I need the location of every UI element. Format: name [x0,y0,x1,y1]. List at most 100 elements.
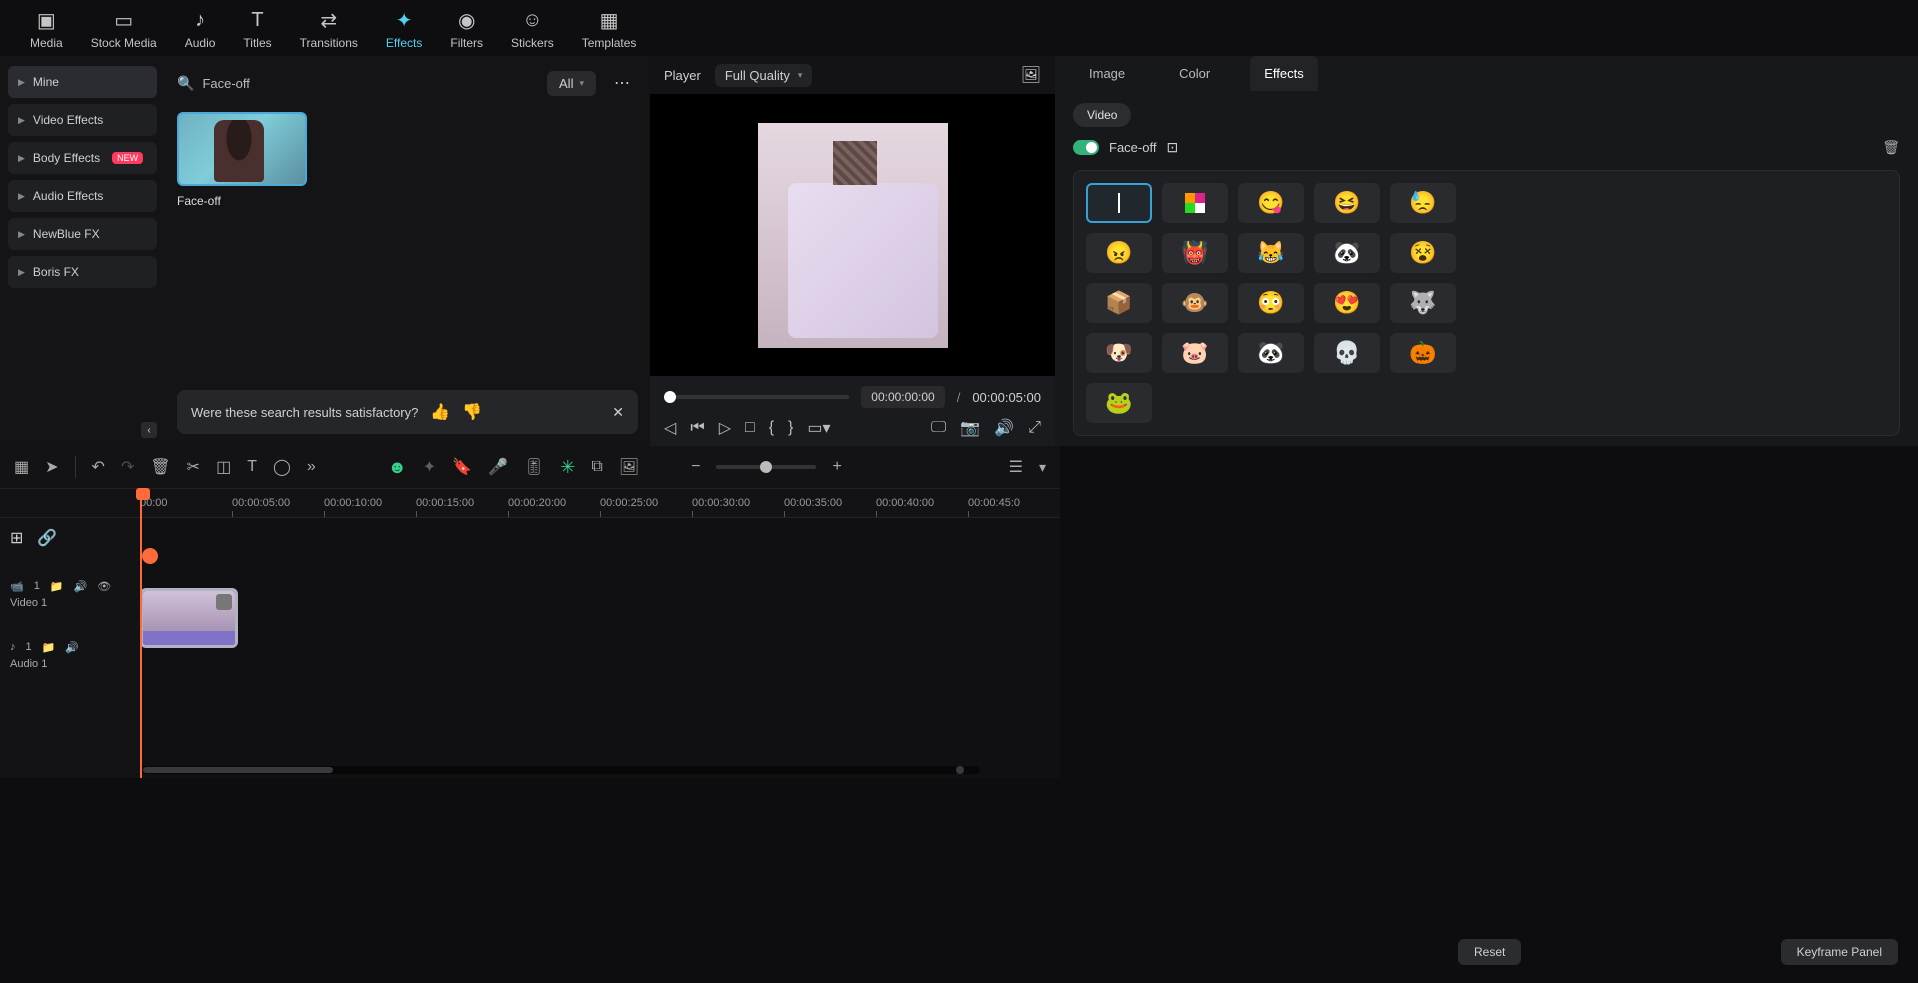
sidebar-item-body-effects[interactable]: ▶Body EffectsNEW [8,142,157,174]
scrub-knob[interactable] [664,391,676,403]
crop-button[interactable]: ◫ [216,457,231,477]
tab-image[interactable]: Image [1075,56,1139,91]
preset-emoji[interactable]: 🐸 [1086,383,1152,423]
quality-dropdown[interactable]: Full Quality▾ [715,64,813,87]
step-back-button[interactable]: ⏮ [690,419,704,437]
mute-icon[interactable]: 🔊 [74,580,88,593]
folder-icon[interactable]: 📁 [42,641,56,654]
scrollbar-end[interactable] [956,766,964,774]
split-button[interactable]: ✂ [187,457,200,477]
thumbs-up-button[interactable]: 👍 [430,402,450,422]
timeline-ruler[interactable]: 00:00 00:00:05:00 00:00:10:00 00:00:15:0… [0,488,1060,518]
delete-effect-button[interactable]: 🗑 [1882,139,1900,156]
timeline-scrollbar[interactable] [141,766,980,774]
track-insert-button[interactable]: ⊞ [10,528,23,548]
sidebar-item-newblue-fx[interactable]: ▶NewBlue FX [8,218,157,250]
preset-emoji[interactable]: 🐷 [1162,333,1228,373]
filter-dropdown[interactable]: All▾ [547,71,596,96]
zoom-slider[interactable] [716,465,816,469]
preset-mosaic[interactable] [1162,183,1228,223]
nav-stickers[interactable]: ☺Stickers [511,8,554,50]
timeline-marker[interactable] [142,548,158,564]
scrollbar-thumb[interactable] [143,767,333,773]
preset-emoji[interactable]: 🐼 [1314,233,1380,273]
render-button[interactable]: ⧉ [591,458,602,476]
ratio-dropdown[interactable]: ▭▾ [807,418,830,438]
sidebar-item-mine[interactable]: ▶Mine [8,66,157,98]
track-view-dropdown[interactable]: ▾ [1039,459,1046,476]
thumbs-down-button[interactable]: 👎 [462,402,482,422]
zoom-in-button[interactable]: + [832,458,841,476]
auto-tool-button[interactable]: ✳ [560,457,575,478]
video-clip[interactable] [140,588,238,648]
detach-screen-button[interactable]: 🖵 [931,419,946,437]
tab-color[interactable]: Color [1165,56,1224,91]
preset-emoji[interactable]: 🐵 [1162,283,1228,323]
preset-emoji[interactable]: 😆 [1314,183,1380,223]
nav-media[interactable]: ▣Media [30,8,63,50]
mark-out-button[interactable]: } [788,419,793,437]
preset-emoji[interactable]: 🐼 [1238,333,1304,373]
nav-effects[interactable]: ✦Effects [386,8,422,50]
pointer-tool-icon[interactable]: ➤ [45,457,58,477]
preset-emoji[interactable]: 👹 [1162,233,1228,273]
stop-button[interactable]: □ [745,419,755,437]
select-tool-icon[interactable]: ▦ [14,457,29,477]
effect-toggle[interactable] [1073,140,1099,155]
track-link-button[interactable]: 🔗 [37,528,57,548]
nav-filters[interactable]: ◉Filters [450,8,483,50]
preset-emoji[interactable]: 😠 [1086,233,1152,273]
preset-emoji[interactable]: 💀 [1314,333,1380,373]
keyframe-panel-button[interactable]: Keyframe Panel [1781,939,1898,965]
nav-stock-media[interactable]: ▭Stock Media [91,8,157,50]
mark-in-button[interactable]: { [769,419,774,437]
preset-emoji[interactable]: 😹 [1238,233,1304,273]
scrub-track[interactable] [664,395,849,399]
more-tools-button[interactable]: » [307,458,316,476]
preset-emoji[interactable]: 😳 [1238,283,1304,323]
eye-icon[interactable]: 👁 [97,580,111,593]
nav-audio[interactable]: ♪Audio [185,8,216,50]
sidebar-item-audio-effects[interactable]: ▶Audio Effects [8,180,157,212]
tab-effects[interactable]: Effects [1250,56,1318,91]
preset-emoji[interactable]: 📦 [1086,283,1152,323]
ai-button[interactable]: ☻ [388,457,407,478]
tracks-area[interactable] [140,518,1060,778]
audio-mixer-button[interactable]: 🎚 [524,457,544,477]
sidebar-item-video-effects[interactable]: ▶Video Effects [8,104,157,136]
more-button[interactable]: ⋯ [606,68,638,98]
collapse-sidebar-button[interactable]: ‹ [141,422,157,438]
preset-emoji[interactable]: 😍 [1314,283,1380,323]
nav-templates[interactable]: ▦Templates [582,8,637,50]
playhead[interactable] [140,488,142,778]
sidebar-item-boris-fx[interactable]: ▶Boris FX [8,256,157,288]
mute-icon[interactable]: 🔊 [65,641,79,654]
preset-emoji[interactable]: 😓 [1390,183,1456,223]
mask-button[interactable]: ◯ [273,457,291,477]
snapshot-icon[interactable]: 🖼 [1021,65,1041,85]
fullscreen-button[interactable]: ⤢ [1028,419,1041,437]
redo-button[interactable]: ↷ [121,457,134,477]
voiceover-button[interactable]: 🎤 [488,457,508,477]
subtab-video[interactable]: Video [1073,103,1131,127]
delete-button[interactable]: 🗑 [150,457,170,477]
nav-transitions[interactable]: ⇄Transitions [300,8,358,50]
nav-titles[interactable]: TTitles [243,8,271,50]
preset-emoji[interactable]: 🎃 [1390,333,1456,373]
preset-none[interactable] [1086,183,1152,223]
capture-button[interactable]: 📷 [960,418,980,438]
close-feedback-button[interactable]: ✕ [612,404,624,421]
screenshot-button[interactable]: 🖼 [619,457,639,477]
effects-shortcut-icon[interactable]: ✦ [423,457,436,477]
undo-button[interactable]: ↶ [92,457,105,477]
reset-button[interactable]: Reset [1458,939,1521,965]
effect-card-faceoff[interactable]: Face-off [177,112,307,208]
preset-emoji[interactable]: 🐶 [1086,333,1152,373]
preset-emoji[interactable]: 😵 [1390,233,1456,273]
prev-frame-button[interactable]: ◁ [664,418,676,438]
folder-icon[interactable]: 📁 [50,580,64,593]
zoom-out-button[interactable]: − [691,458,700,476]
player-viewport[interactable] [650,94,1055,376]
track-view-button[interactable]: ☰ [1009,457,1023,477]
play-button[interactable]: ▷ [719,418,731,438]
